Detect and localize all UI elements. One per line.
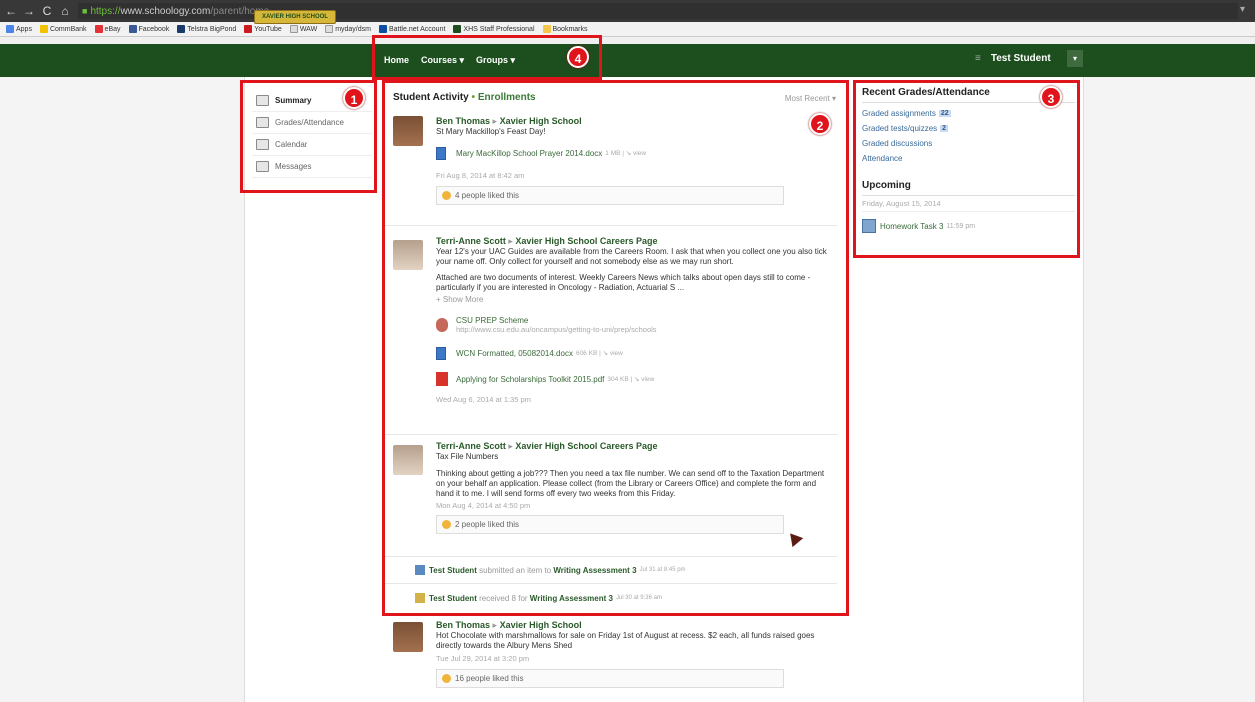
avatar[interactable] — [393, 622, 423, 652]
bookmarks-bar: Apps CommBank eBay Facebook Telstra BigP… — [0, 22, 1255, 37]
annotation-number-3: 3 — [1040, 86, 1062, 108]
bookmark-item[interactable]: Apps — [6, 25, 32, 33]
bookmark-folder[interactable]: Bookmarks — [542, 25, 588, 33]
annotation-box-2 — [382, 80, 849, 616]
forward-icon[interactable]: → — [22, 4, 36, 18]
school-logo[interactable]: XAVIER HIGH SCHOOL ALBURY — [254, 10, 336, 24]
bookmark-item[interactable]: Facebook — [128, 25, 169, 33]
post-time: Tue Jul 29, 2014 at 3:20 pm — [436, 654, 530, 663]
bookmark-item[interactable]: CommBank — [39, 25, 87, 33]
reload-icon[interactable]: C — [40, 4, 54, 18]
bookmark-item[interactable]: eBay — [94, 25, 121, 33]
bookmark-item[interactable]: Telstra BigPond — [177, 25, 236, 33]
home-icon[interactable]: ⌂ — [58, 4, 72, 18]
bookmark-item[interactable]: Battle.net Account — [378, 25, 445, 33]
bookmark-item[interactable]: WAW — [289, 25, 317, 33]
like-icon — [442, 674, 451, 683]
browser-toolbar: ← → C ⌂ ■ https:// www.schoology.com /pa… — [0, 0, 1255, 22]
annotation-number-1: 1 — [343, 87, 365, 109]
annotation-number-2: 2 — [809, 113, 831, 135]
user-name[interactable]: Test Student — [991, 53, 1051, 64]
address-bar[interactable]: ■ https:// www.schoology.com /parent/hom… — [78, 3, 1238, 19]
menu-icon[interactable]: ≡ — [975, 53, 981, 64]
back-icon[interactable]: ← — [4, 4, 18, 18]
user-area: ≡ Test Student — [975, 53, 1051, 64]
lock-icon: ■ — [82, 6, 88, 16]
post-text: Hot Chocolate with marshmallows for sale… — [436, 631, 815, 650]
browser-menu-icon[interactable]: ▾ — [1240, 4, 1245, 15]
post-author[interactable]: Ben Thomas ▸ Xavier High School — [436, 620, 831, 631]
user-dropdown-button[interactable]: ▾ — [1067, 50, 1083, 67]
annotation-number-4: 4 — [567, 46, 589, 68]
likes-bar[interactable]: 16 people liked this — [436, 669, 784, 688]
bookmark-item[interactable]: XHS Staff Professional — [453, 25, 535, 33]
bookmark-item[interactable]: YouTube — [244, 25, 282, 33]
bookmark-item[interactable]: myday/dsm — [325, 25, 371, 33]
